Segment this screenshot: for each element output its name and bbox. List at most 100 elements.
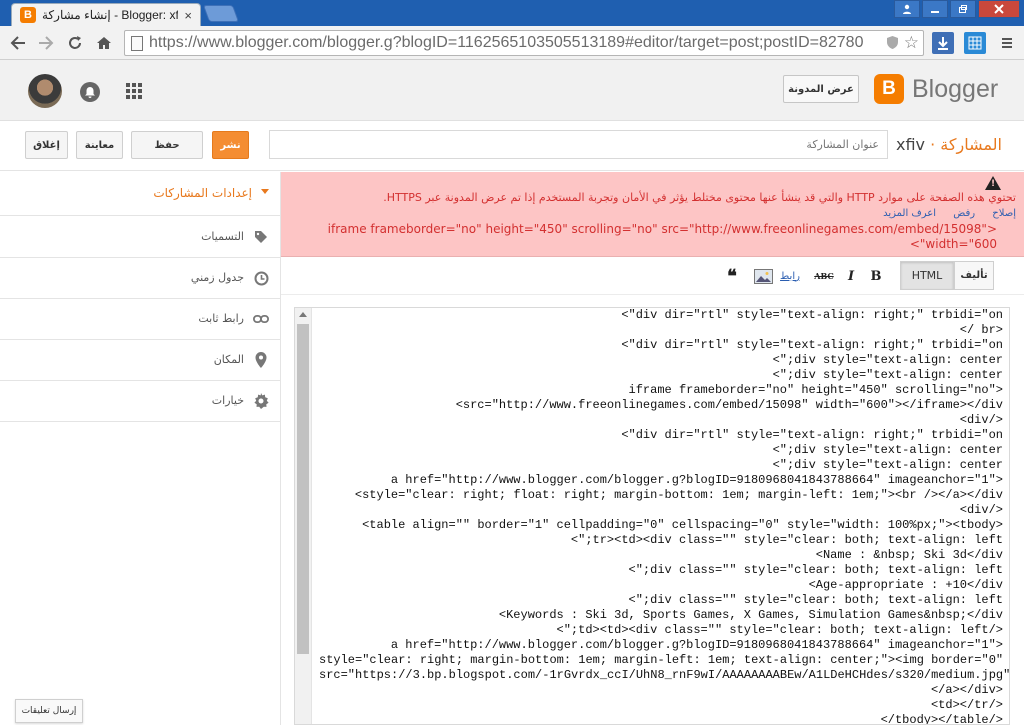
code-line: </a></div> [930,683,1003,697]
browser-toolbar: https://www.blogger.com/blogger.g?blogID… [0,26,1024,60]
code-line: </tbody></table/> [880,713,1003,725]
url-text[interactable]: https://www.blogger.com/blogger.g?blogID… [149,34,879,52]
post-settings-header[interactable]: إعدادات المشاركات [0,172,280,216]
home-icon[interactable] [94,33,114,53]
link-icon [253,311,269,327]
location-pin-icon [253,352,269,368]
blogger-header: عرض المدونة B Blogger [0,60,1024,121]
brand-name[interactable]: Blogger [912,75,998,104]
download-extension-icon[interactable] [932,32,954,54]
address-bar[interactable]: https://www.blogger.com/blogger.g?blogID… [124,30,924,56]
post-action-bar: إغلاق معاينة حفظ نشر المشاركة · xfiv [0,121,1024,171]
code-line: <table align="" border="1" cellpadding="… [362,518,1003,532]
code-line: <Age-appropriate : +10</div [808,578,1003,592]
insert-image-icon[interactable] [753,267,773,285]
view-blog-button[interactable]: عرض المدونة [783,75,859,103]
code-line: </ br> [959,323,1003,337]
tab-title: إنشاء مشاركة - Blogger: xfiv [42,8,179,22]
code-line: <";div style="text-align: center [772,458,1003,472]
code-line: <"div dir="rtl" style="text-align: right… [621,428,1003,442]
sidebar-item-labels[interactable]: التسميات [0,217,280,258]
breadcrumb: المشاركة · xfiv [896,135,1002,154]
reload-icon[interactable] [65,33,85,53]
warning-message: تحتوي هذه الصفحة على موارد HTTP والتي قد… [383,191,1016,204]
sidebar-item-options[interactable]: خيارات [0,381,280,422]
italic-button[interactable]: I [844,267,858,285]
code-line: <";tr><td><div class="" style="clear: bo… [570,533,1003,547]
minimize-icon[interactable] [922,0,948,18]
clock-icon [253,270,269,286]
sidebar-item-label: المكان [213,353,244,366]
fix-link[interactable]: إصلاح [992,208,1016,219]
dismiss-link[interactable]: رفض [953,208,975,219]
sidebar-item-permalink[interactable]: رابط ثابت [0,299,280,340]
scrollbar-thumb[interactable] [297,324,309,654]
sidebar-item-label: جدول زمني [190,271,244,284]
code-line: a href="http://www.blogger.com/blogger.g… [390,638,1003,652]
quote-button[interactable]: ❝ [723,266,741,287]
post-settings-sidebar: إعدادات المشاركات التسميات جدول زمني راب… [0,172,281,725]
back-arrow-icon[interactable] [8,33,28,53]
code-line: <src="http://www.freeonlinegames.com/emb… [455,398,1003,412]
browser-titlebar: B إنشاء مشاركة - Blogger: xfiv × [0,0,1024,26]
insert-link-button[interactable]: رابط [779,267,801,285]
window-controls [894,0,1020,18]
warning-code-snippet: iframe frameborder="no" height="450" scr… [317,222,997,252]
scroll-up-arrow-icon[interactable] [299,312,307,317]
tag-icon [253,229,269,245]
code-line: <div/> [959,503,1003,517]
bookmark-star-icon[interactable]: ☆ [904,33,919,53]
code-line: style="clear: right; margin-bottom: 1em;… [319,653,1004,667]
code-line: <";td><td><div class="" style="clear: bo… [556,623,1003,637]
learn-more-link[interactable]: اعرف المزيد [883,208,936,219]
shield-icon[interactable] [886,35,899,54]
code-text[interactable]: <"div dir="rtl" style="text-align: right… [315,308,1010,725]
sidebar-item-location[interactable]: المكان [0,340,280,381]
browser-tab[interactable]: B إنشاء مشاركة - Blogger: xfiv × [11,3,201,26]
code-line: a href="http://www.blogger.com/blogger.g… [390,473,1003,487]
send-feedback-button[interactable]: إرسال تعليقات [15,699,83,723]
apps-grid-icon[interactable] [126,83,142,99]
sidebar-item-schedule[interactable]: جدول زمني [0,258,280,299]
close-window-icon[interactable] [978,0,1020,18]
sidebar-item-label: رابط ثابت [198,312,244,325]
bold-button[interactable]: B [868,267,884,285]
compose-mode-tab[interactable]: تأليف [954,261,994,290]
warning-triangle-icon [985,176,1001,190]
code-line: <";div style="text-align: center [772,443,1003,457]
code-line: iframe frameborder="no" height="450" scr… [628,383,1003,397]
breadcrumb-separator: · [930,135,936,154]
warning-links: إصلاح رفض اعرف المزيد [869,208,1016,219]
code-line: src="https://3.bp.blogspot.com/-1rGvrdx_… [319,668,1010,682]
code-line: <Keywords : Ski 3d, Sports Games, X Game… [498,608,1003,622]
blogger-logo-icon[interactable]: B [874,74,904,104]
mixed-content-warning: تحتوي هذه الصفحة على موارد HTTP والتي قد… [281,172,1024,257]
spreadsheet-extension-icon[interactable] [964,32,986,54]
warning-code-line: iframe frameborder="no" height="450" scr… [327,222,997,236]
new-tab-button[interactable] [202,5,240,22]
page-icon [131,36,143,51]
html-mode-tab[interactable]: HTML [900,261,954,290]
sidebar-item-label: التسميات [201,230,244,243]
code-line: <div/> [959,413,1003,427]
strikethrough-button[interactable]: ABC [814,267,834,285]
notification-bell-icon[interactable] [80,82,100,102]
scrollbar[interactable] [295,308,312,724]
html-code-editor[interactable]: <"div dir="rtl" style="text-align: right… [294,307,1010,725]
menu-icon[interactable] [996,32,1018,54]
tab-close-icon[interactable]: × [184,8,192,23]
post-title-input[interactable] [269,130,888,159]
user-profile-icon[interactable] [894,0,920,18]
close-button[interactable]: إغلاق [25,131,68,159]
warning-code-line: <"width="600 [909,237,997,251]
forward-arrow-icon[interactable] [36,33,56,53]
section-label: المشاركة [940,135,1002,154]
caret-down-icon [261,189,269,194]
avatar[interactable] [28,74,62,108]
publish-button[interactable]: نشر [212,131,249,159]
save-button[interactable]: حفظ [131,131,203,159]
code-line: <Name : &nbsp; Ski 3d</div [815,548,1003,562]
restore-icon[interactable] [950,0,976,18]
blog-name[interactable]: xfiv [896,135,925,154]
preview-button[interactable]: معاينة [76,131,123,159]
